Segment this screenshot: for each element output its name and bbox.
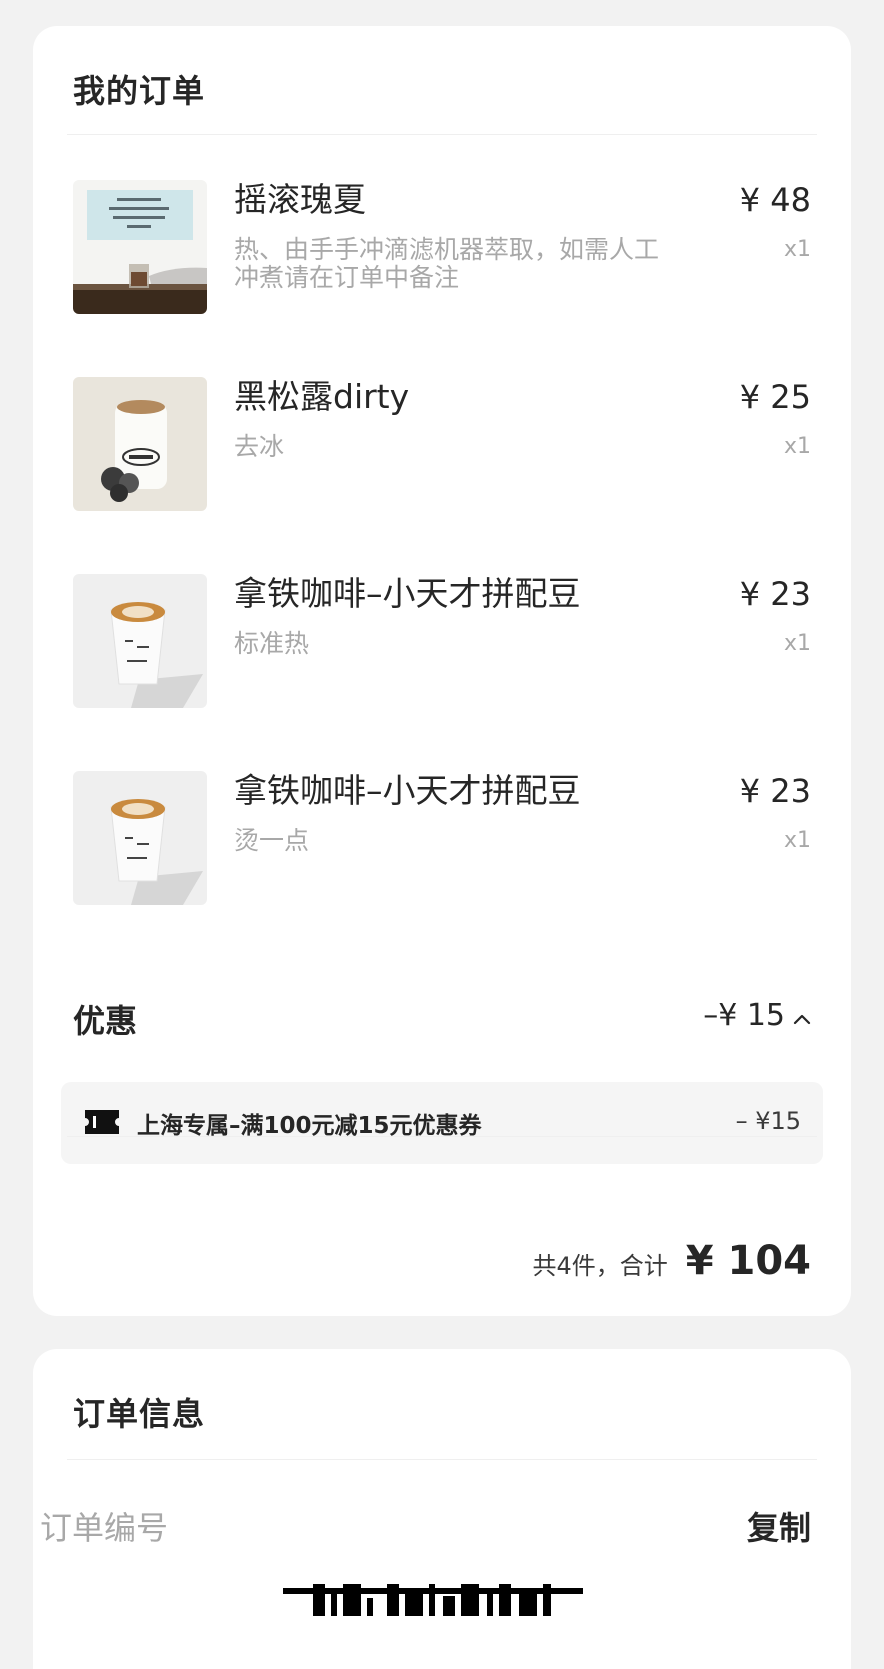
coupon-amount: – ¥15 xyxy=(735,1107,801,1135)
order-summary: 共4件，合计 ¥ 104 xyxy=(532,1238,811,1284)
item-price: ¥ 23 xyxy=(739,772,811,810)
divider xyxy=(67,1136,817,1137)
copy-button[interactable]: 复制 xyxy=(747,1503,811,1549)
item-image xyxy=(73,574,207,708)
order-title: 我的订单 xyxy=(73,72,206,110)
ticket-icon xyxy=(83,1108,121,1136)
item-image xyxy=(73,377,207,511)
item-qty: x1 xyxy=(783,631,811,656)
item-name: 拿铁咖啡–小天才拼配豆 xyxy=(234,574,581,613)
order-item[interactable]: 黑松露dirty 去冰 ¥ 25 x1 xyxy=(73,377,811,513)
item-image xyxy=(73,771,207,905)
item-price: ¥ 23 xyxy=(739,575,811,613)
item-image xyxy=(73,180,207,314)
coupon-row[interactable]: 上海专属–满100元减15元优惠券 – ¥15 xyxy=(61,1082,823,1164)
promo-toggle[interactable]: –¥ 15 xyxy=(703,998,811,1033)
order-item[interactable]: 拿铁咖啡–小天才拼配豆 标准热 ¥ 23 x1 xyxy=(73,574,811,710)
item-desc: 标准热 xyxy=(234,629,310,658)
item-desc: 热、由手手冲滴滤机器萃取，如需人工冲煮请在订单中备注 xyxy=(234,235,660,292)
item-name: 摇滚瑰夏 xyxy=(234,180,366,219)
summary-total: ¥ 104 xyxy=(685,1238,811,1284)
item-price: ¥ 25 xyxy=(739,378,811,416)
item-name: 拿铁咖啡–小天才拼配豆 xyxy=(234,771,581,810)
item-price: ¥ 48 xyxy=(739,181,811,219)
item-name: 黑松露dirty xyxy=(234,377,410,416)
order-item[interactable]: 摇滚瑰夏 热、由手手冲滴滤机器萃取，如需人工冲煮请在订单中备注 ¥ 48 x1 xyxy=(73,180,811,316)
order-number-label: 订单编号 xyxy=(40,1509,169,1547)
order-barcode xyxy=(283,1584,598,1616)
divider xyxy=(67,134,817,135)
promo-total: –¥ 15 xyxy=(703,998,785,1033)
order-item[interactable]: 拿铁咖啡–小天才拼配豆 烫一点 ¥ 23 x1 xyxy=(73,771,811,907)
item-qty: x1 xyxy=(783,434,811,459)
divider xyxy=(67,1459,817,1460)
item-desc: 去冰 xyxy=(234,432,285,461)
order-card: 我的订单 摇滚瑰夏 热、由手手冲滴滤机器萃取，如需人工冲煮请在订单中备注 ¥ 4… xyxy=(33,26,851,1316)
item-qty: x1 xyxy=(783,237,811,262)
order-info-title: 订单信息 xyxy=(73,1395,206,1433)
item-qty: x1 xyxy=(783,828,811,853)
promo-label: 优惠 xyxy=(73,1002,138,1040)
coupon-name: 上海专属–满100元减15元优惠券 xyxy=(137,1113,482,1139)
summary-count: 共4件，合计 xyxy=(532,1252,668,1280)
chevron-up-icon xyxy=(793,998,811,1033)
item-desc: 烫一点 xyxy=(234,826,310,855)
